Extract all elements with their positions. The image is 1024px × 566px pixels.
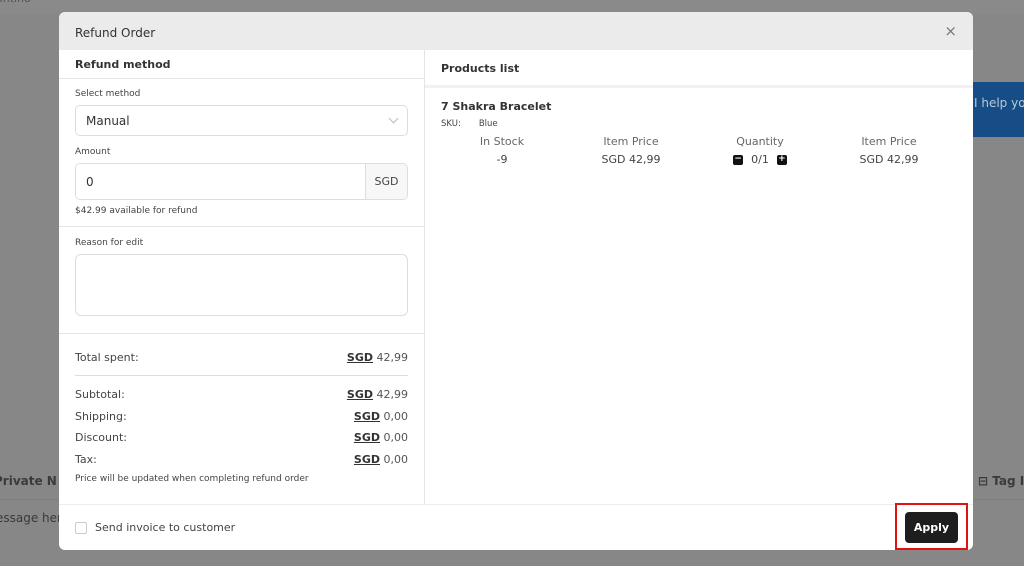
in-stock-value: -9 — [496, 153, 508, 166]
background-private-notes-tab: Private N — [0, 474, 57, 488]
totals-summary: Total spent: SGD 42,99 Subtotal: SGD 42,… — [59, 334, 424, 484]
refund-method-title: Refund method — [59, 50, 424, 79]
tax-row: Tax: SGD 0,00 — [75, 449, 408, 471]
total-price-header: Item Price — [861, 135, 917, 148]
product-details-grid: In Stock Item Price Quantity Item Price … — [441, 135, 957, 166]
shipping-amount: 0,00 — [383, 409, 409, 423]
select-method-field: Select method Manual — [59, 79, 424, 136]
product-item: 7 Shakra Bracelet SKU: Blue In Stock Ite… — [425, 88, 973, 178]
modal-header: Refund Order × — [59, 12, 973, 50]
send-invoice-checkbox[interactable] — [75, 521, 87, 534]
total-spent-label: Total spent: — [75, 351, 139, 364]
refund-method-panel: Refund method Select method Manual Amoun… — [59, 50, 425, 504]
amount-currency: SGD — [365, 164, 407, 199]
sku-value: Blue — [478, 119, 498, 129]
close-icon[interactable]: × — [944, 23, 957, 39]
send-invoice-option[interactable]: Send invoice to customer — [75, 521, 235, 534]
apply-button[interactable]: Apply — [905, 512, 958, 543]
discount-currency: SGD — [353, 431, 380, 445]
tax-amount: 0,00 — [383, 452, 409, 466]
select-method-value: Manual — [86, 113, 130, 128]
amount-label: Amount — [75, 147, 111, 157]
discount-amount: 0,00 — [383, 431, 409, 445]
quantity-value: 0/1 — [751, 153, 769, 166]
products-list-title: Products list — [425, 50, 973, 88]
select-method-dropdown[interactable]: Manual — [75, 105, 408, 136]
total-price-value: SGD 42,99 — [859, 153, 919, 166]
tax-currency: SGD — [353, 452, 380, 466]
amount-field: Amount SGD $42.99 available for refund — [59, 136, 424, 226]
subtotal-currency: SGD — [346, 388, 373, 402]
subtotal-amount: 42,99 — [376, 388, 409, 402]
shipping-row: Shipping: SGD 0,00 — [75, 406, 408, 428]
shipping-label: Shipping: — [75, 409, 127, 423]
available-for-refund-text: $42.99 available for refund — [75, 206, 198, 216]
reason-textarea[interactable] — [75, 254, 408, 316]
in-stock-header: In Stock — [479, 135, 525, 148]
refund-order-modal: Refund Order × Refund method Select meth… — [59, 12, 973, 550]
archive-icon: ⊟ — [978, 474, 993, 488]
sku-label: SKU: — [441, 119, 461, 129]
amount-input[interactable] — [76, 164, 365, 199]
product-name: 7 Shakra Bracelet — [441, 100, 552, 113]
products-panel: Products list 7 Shakra Bracelet SKU: Blu… — [425, 50, 973, 504]
shipping-currency: SGD — [353, 409, 380, 423]
total-spent-amount: 42,99 — [376, 351, 409, 364]
background-top-text: ontino — [0, 0, 31, 5]
quantity-stepper: − 0/1 + — [699, 153, 821, 166]
discount-row: Discount: SGD 0,00 — [75, 427, 408, 449]
discount-label: Discount: — [75, 431, 127, 445]
modal-footer: Send invoice to customer — [59, 504, 973, 550]
plus-icon[interactable]: + — [776, 154, 787, 165]
tax-label: Tax: — [75, 452, 97, 466]
reason-field: Reason for edit — [59, 227, 424, 334]
background-tag-label: Tag I — [992, 474, 1024, 488]
subtotal-row: Subtotal: SGD 42,99 — [75, 384, 408, 406]
quantity-header: Quantity — [736, 135, 784, 148]
minus-icon[interactable]: − — [733, 154, 744, 165]
product-sku: SKU: Blue — [441, 119, 957, 129]
item-price-header: Item Price — [603, 135, 659, 148]
background-tag-tab: ⊟ Tag I — [978, 474, 1024, 488]
subtotal-label: Subtotal: — [75, 388, 125, 402]
modal-title: Refund Order — [75, 26, 156, 40]
total-spent-row: Total spent: SGD 42,99 — [75, 346, 408, 376]
select-method-label: Select method — [75, 89, 141, 99]
chevron-down-icon — [388, 113, 399, 124]
price-update-note: Price will be updated when completing re… — [75, 474, 309, 484]
reason-label: Reason for edit — [75, 238, 144, 248]
item-price-value: SGD 42,99 — [601, 153, 661, 166]
send-invoice-label: Send invoice to customer — [95, 521, 236, 534]
modal-body: Refund method Select method Manual Amoun… — [59, 50, 973, 504]
amount-input-group: SGD — [75, 163, 408, 200]
background-chat-banner: I help you — [972, 82, 1024, 137]
total-spent-currency: SGD — [346, 351, 373, 364]
